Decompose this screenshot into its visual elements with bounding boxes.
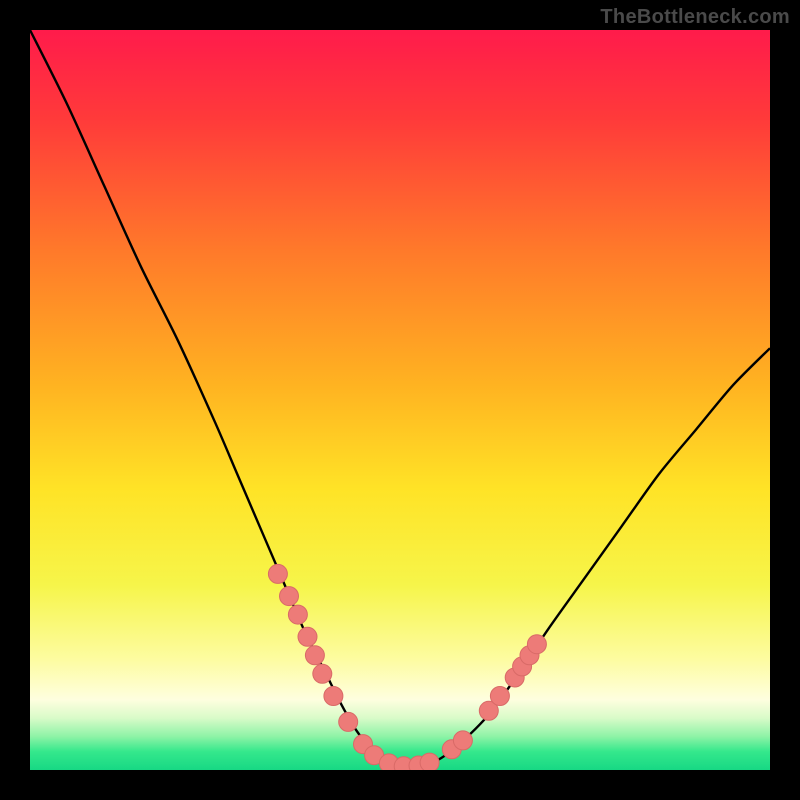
chart-stage: TheBottleneck.com	[0, 0, 800, 800]
plot-background	[30, 30, 770, 770]
chart-svg	[0, 0, 800, 800]
marker-point	[527, 635, 546, 654]
marker-point	[298, 627, 317, 646]
marker-point	[305, 646, 324, 665]
marker-point	[324, 687, 343, 706]
marker-point	[288, 605, 307, 624]
marker-point	[339, 712, 358, 731]
watermark-text: TheBottleneck.com	[600, 6, 790, 29]
marker-point	[280, 587, 299, 606]
marker-point	[420, 753, 439, 772]
marker-point	[313, 664, 332, 683]
marker-point	[490, 687, 509, 706]
marker-point	[268, 564, 287, 583]
marker-point	[453, 731, 472, 750]
